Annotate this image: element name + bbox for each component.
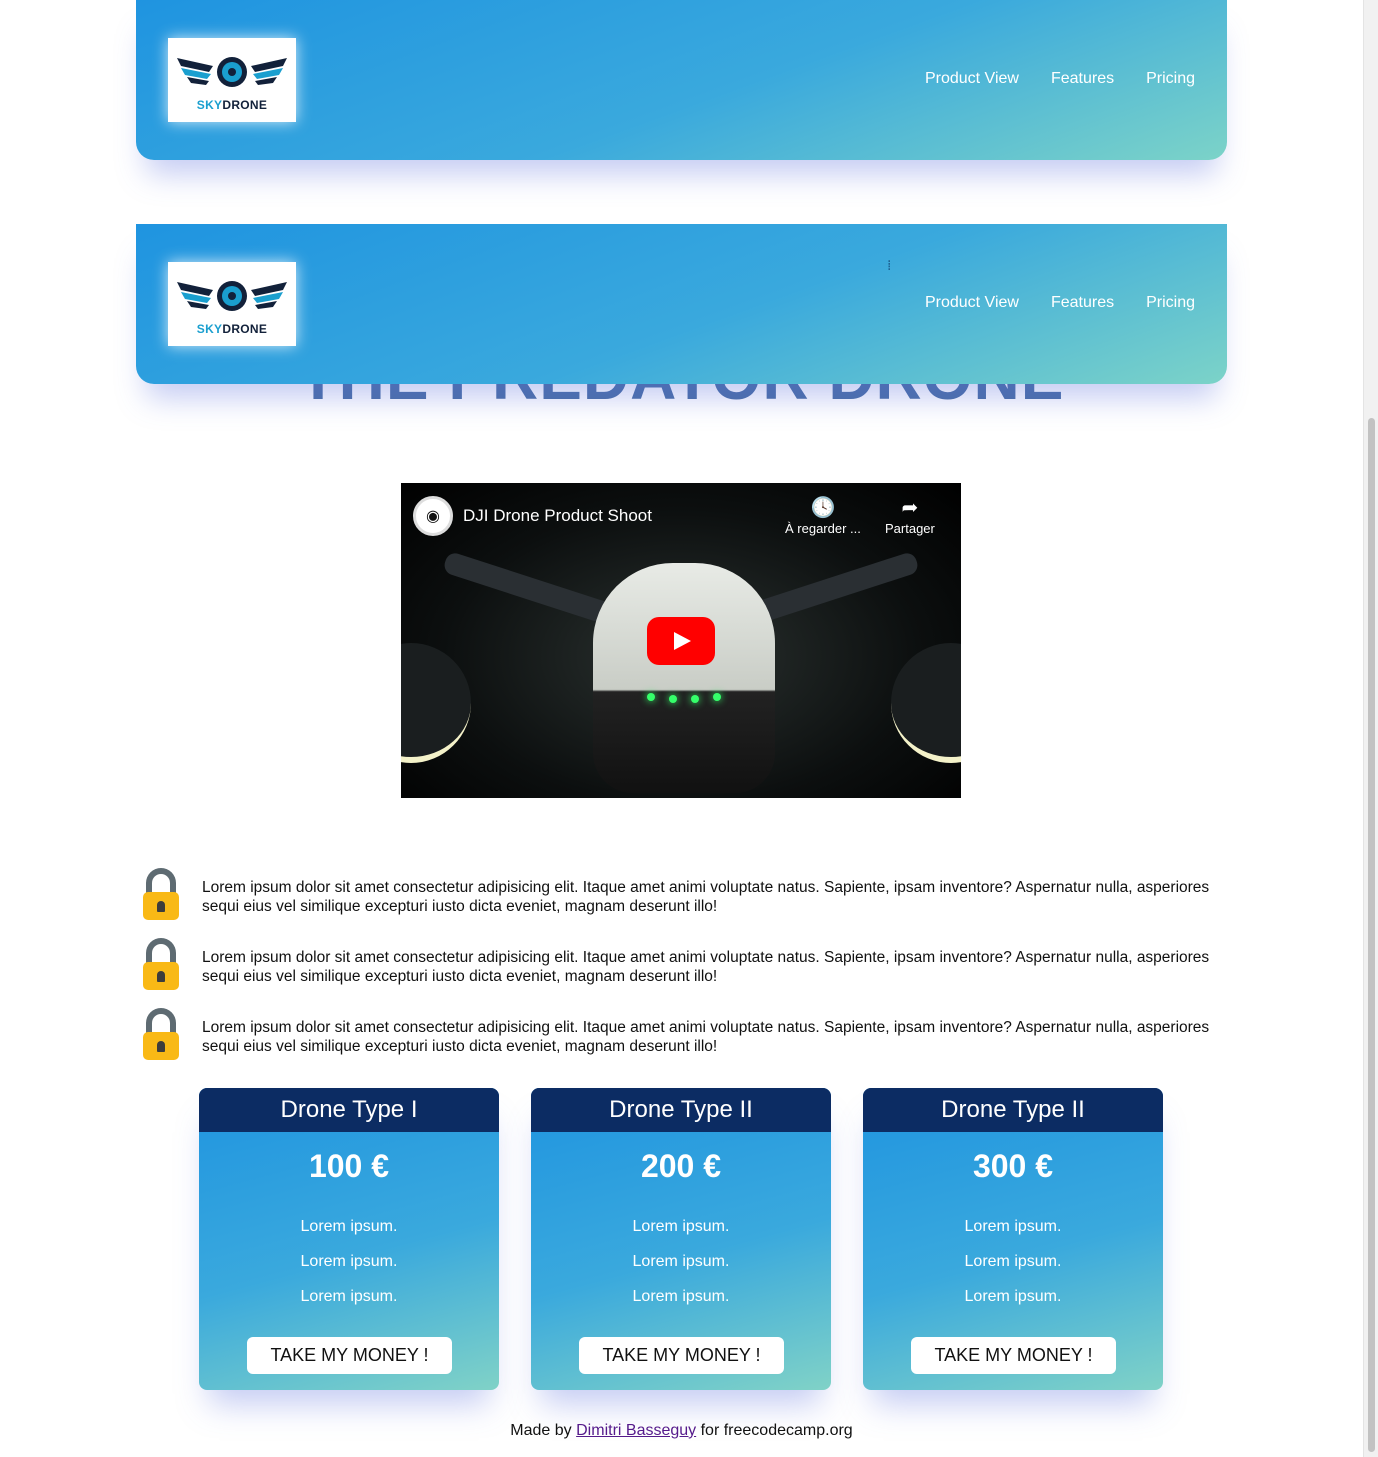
channel-avatar[interactable]: ◉ (413, 496, 453, 536)
nav: Product View Features Pricing (925, 70, 1195, 88)
pricing-feature: Lorem ipsum. (632, 1288, 730, 1305)
buy-button[interactable]: TAKE MY MONEY ! (911, 1337, 1116, 1374)
watch-later-label: À regarder ... (785, 521, 861, 536)
share-icon: ➦ (901, 497, 919, 519)
footer-suffix: for freecodecamp.org (700, 1422, 853, 1439)
pricing-card: Drone Type I 100 € Lorem ipsum. Lorem ip… (199, 1088, 499, 1390)
watch-later-button[interactable]: 🕓 À regarder ... (785, 495, 861, 536)
header: SKYDRONE Product View Features Pricing (136, 0, 1227, 160)
footer: Made by Dimitri Basseguy for freecodecam… (0, 1422, 1363, 1440)
drone-body (593, 563, 775, 793)
drone-wings-icon (177, 57, 287, 87)
pricing-card-title: Drone Type I (199, 1088, 499, 1132)
pricing-card-title: Drone Type II (531, 1088, 831, 1132)
pricing-card-price: 300 € (972, 1148, 1054, 1184)
pricing-feature: Lorem ipsum. (964, 1218, 1062, 1235)
clock-icon: 🕓 (810, 497, 836, 519)
play-icon[interactable] (647, 617, 715, 665)
feature-text: Lorem ipsum dolor sit amet consectetur a… (202, 949, 1210, 985)
pricing-card-features: Lorem ipsum. Lorem ipsum. Lorem ipsum. (863, 1217, 1163, 1322)
pricing-feature: Lorem ipsum. (300, 1218, 398, 1235)
features-list: Lorem ipsum dolor sit amet consectetur a… (142, 868, 1222, 1078)
feature-item: Lorem ipsum dolor sit amet consectetur a… (142, 868, 1222, 938)
scrollbar[interactable] (1363, 0, 1378, 1457)
pricing-feature: Lorem ipsum. (632, 1253, 730, 1270)
logo[interactable]: SKYDRONE (168, 38, 296, 122)
logo-wordmark: SKYDRONE (196, 322, 268, 336)
nav-link-product-view[interactable]: Product View (925, 70, 1019, 88)
nav-link-pricing[interactable]: Pricing (1146, 294, 1195, 312)
sticky-header: SKYDRONE ⁞ Product View Features Pricing (136, 224, 1227, 384)
feature-item: Lorem ipsum dolor sit amet consectetur a… (142, 1008, 1222, 1078)
pricing-feature: Lorem ipsum. (300, 1253, 398, 1270)
nav: Product View Features Pricing (925, 294, 1195, 312)
pricing-card-title: Drone Type II (863, 1088, 1163, 1132)
pricing-card-features: Lorem ipsum. Lorem ipsum. Lorem ipsum. (199, 1217, 499, 1322)
drone-rotor (891, 643, 961, 763)
author-link[interactable]: Dimitri Basseguy (576, 1422, 696, 1439)
pricing-feature: Lorem ipsum. (964, 1288, 1062, 1305)
share-label: Partager (885, 521, 935, 536)
scrollbar-thumb[interactable] (1368, 418, 1375, 1452)
pricing-card: Drone Type II 200 € Lorem ipsum. Lorem i… (531, 1088, 831, 1390)
feature-item: Lorem ipsum dolor sit amet consectetur a… (142, 938, 1222, 1008)
share-button[interactable]: ➦ Partager (885, 495, 935, 536)
drone-led (647, 693, 655, 701)
drone-rotor (401, 643, 471, 763)
lock-icon (142, 1008, 180, 1060)
nav-link-pricing[interactable]: Pricing (1146, 70, 1195, 88)
video-title[interactable]: DJI Drone Product Shoot (463, 506, 652, 526)
drone-arm (442, 550, 620, 628)
pricing-card: Drone Type II 300 € Lorem ipsum. Lorem i… (863, 1088, 1163, 1390)
drone-led (669, 695, 677, 703)
drone-led (691, 695, 699, 703)
pricing-card-price: 100 € (308, 1148, 390, 1184)
pricing-feature: Lorem ipsum. (964, 1253, 1062, 1270)
pricing-feature: Lorem ipsum. (632, 1218, 730, 1235)
nav-link-product-view[interactable]: Product View (925, 294, 1019, 312)
drone-wings-icon (177, 281, 287, 311)
pricing-card-price: 200 € (640, 1148, 722, 1184)
drone-led (713, 693, 721, 701)
footer-prefix: Made by (510, 1422, 572, 1439)
lock-icon (142, 938, 180, 990)
logo-wordmark: SKYDRONE (196, 98, 268, 112)
logo[interactable]: SKYDRONE (168, 262, 296, 346)
pricing-section: Drone Type I 100 € Lorem ipsum. Lorem ip… (199, 1088, 1163, 1390)
nav-link-features[interactable]: Features (1051, 70, 1114, 88)
nav-link-features[interactable]: Features (1051, 294, 1114, 312)
buy-button[interactable]: TAKE MY MONEY ! (247, 1337, 452, 1374)
pricing-feature: Lorem ipsum. (300, 1288, 398, 1305)
buy-button[interactable]: TAKE MY MONEY ! (579, 1337, 784, 1374)
cursor-icon: ⁞ (887, 258, 892, 274)
video-player[interactable]: ◉ DJI Drone Product Shoot 🕓 À regarder .… (401, 483, 961, 798)
lock-icon (142, 868, 180, 920)
pricing-card-features: Lorem ipsum. Lorem ipsum. Lorem ipsum. (531, 1217, 831, 1322)
feature-text: Lorem ipsum dolor sit amet consectetur a… (202, 879, 1210, 915)
feature-text: Lorem ipsum dolor sit amet consectetur a… (202, 1019, 1210, 1055)
